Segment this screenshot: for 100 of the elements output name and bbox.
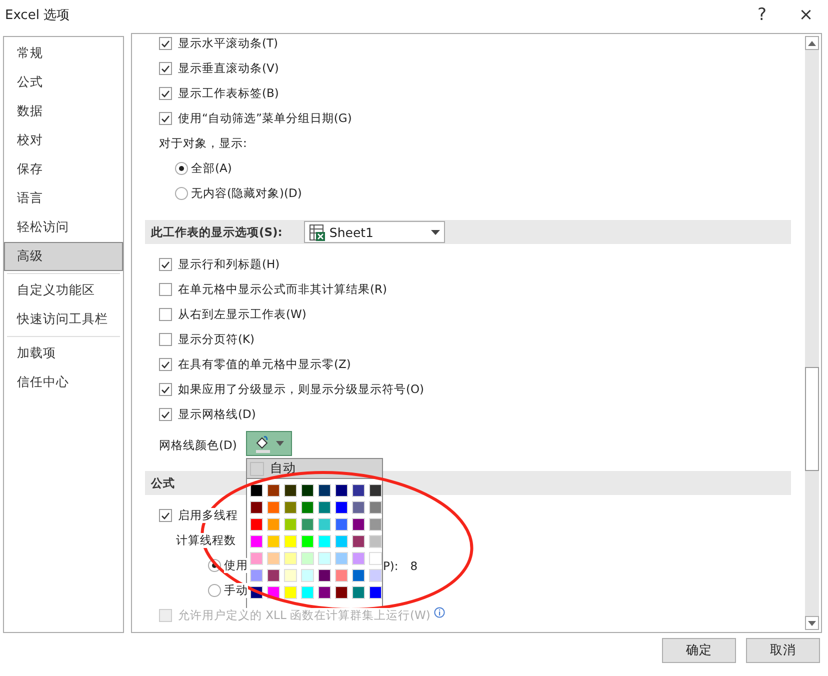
scroll-down-icon xyxy=(808,620,816,626)
color-swatch[interactable] xyxy=(335,501,348,514)
color-swatch[interactable] xyxy=(284,535,297,548)
color-swatch[interactable] xyxy=(267,569,280,582)
color-swatch[interactable] xyxy=(318,518,331,531)
color-swatch[interactable] xyxy=(369,501,382,514)
field-text: P): xyxy=(383,558,398,572)
color-swatch[interactable] xyxy=(301,569,314,582)
color-swatch[interactable] xyxy=(352,569,365,582)
color-swatch[interactable] xyxy=(369,535,382,548)
color-swatch[interactable] xyxy=(284,518,297,531)
color-swatch[interactable] xyxy=(318,484,331,497)
option-label: 对于对象，显示: xyxy=(159,136,247,151)
radio-button[interactable] xyxy=(175,162,188,175)
close-button[interactable]: × xyxy=(784,0,828,30)
sidebar-item[interactable]: 轻松访问 xyxy=(4,213,123,242)
color-swatch[interactable] xyxy=(318,535,331,548)
color-picker-button[interactable] xyxy=(246,431,292,456)
color-swatch[interactable] xyxy=(267,501,280,514)
sidebar-item[interactable]: 语言 xyxy=(4,184,123,213)
color-swatch[interactable] xyxy=(250,518,263,531)
color-swatch[interactable] xyxy=(352,484,365,497)
scroll-thumb[interactable] xyxy=(805,367,819,471)
color-swatch[interactable] xyxy=(369,586,382,599)
color-swatch[interactable] xyxy=(369,569,382,582)
checkbox[interactable] xyxy=(159,383,172,396)
checkbox[interactable] xyxy=(159,308,172,321)
radio-button[interactable] xyxy=(175,187,188,200)
sidebar-item[interactable]: 保存 xyxy=(4,155,123,184)
sidebar-item[interactable]: 加载项 xyxy=(4,339,123,368)
sidebar-item[interactable]: 公式 xyxy=(4,68,123,97)
color-swatch[interactable] xyxy=(267,484,280,497)
color-swatch[interactable] xyxy=(250,569,263,582)
color-swatch[interactable] xyxy=(301,535,314,548)
color-swatch[interactable] xyxy=(267,518,280,531)
cancel-button[interactable]: 取消 xyxy=(746,638,820,663)
color-swatch[interactable] xyxy=(335,569,348,582)
sidebar-item[interactable]: 高级 xyxy=(4,242,123,271)
color-swatch[interactable] xyxy=(250,484,263,497)
color-swatch[interactable] xyxy=(284,484,297,497)
color-swatch[interactable] xyxy=(301,484,314,497)
checkbox[interactable] xyxy=(159,509,172,522)
color-swatch[interactable] xyxy=(335,535,348,548)
color-swatch[interactable] xyxy=(301,501,314,514)
color-swatch[interactable] xyxy=(301,552,314,565)
radio-label: 无内容(隐藏对象)(D) xyxy=(191,186,302,201)
sidebar-item[interactable]: 自定义功能区 xyxy=(4,276,123,305)
color-swatch[interactable] xyxy=(352,501,365,514)
color-swatch[interactable] xyxy=(318,569,331,582)
color-swatch[interactable] xyxy=(352,535,365,548)
color-swatch[interactable] xyxy=(267,535,280,548)
color-swatch[interactable] xyxy=(250,535,263,548)
sidebar-item[interactable]: 常规 xyxy=(4,39,123,68)
checkbox[interactable] xyxy=(159,258,172,271)
color-swatch[interactable] xyxy=(284,501,297,514)
option-label: 计算线程数 xyxy=(176,533,236,548)
sheet-dropdown[interactable]: Sheet1 xyxy=(304,221,446,243)
radio-button[interactable] xyxy=(208,584,221,597)
checkbox[interactable] xyxy=(159,87,172,100)
color-swatch[interactable] xyxy=(352,586,365,599)
color-swatch[interactable] xyxy=(284,552,297,565)
checkbox[interactable] xyxy=(159,333,172,346)
color-swatch[interactable] xyxy=(369,484,382,497)
color-swatch[interactable] xyxy=(352,552,365,565)
checkbox[interactable] xyxy=(159,37,172,50)
caret-icon xyxy=(431,230,440,234)
checkbox[interactable] xyxy=(159,112,172,125)
color-swatch[interactable] xyxy=(301,586,314,599)
color-swatch[interactable] xyxy=(318,552,331,565)
sidebar-item[interactable]: 信任中心 xyxy=(4,368,123,397)
color-swatch[interactable] xyxy=(335,518,348,531)
color-swatch[interactable] xyxy=(250,552,263,565)
sidebar-item[interactable]: 校对 xyxy=(4,126,123,155)
color-swatch[interactable] xyxy=(369,552,382,565)
checkbox-label: 启用多线程 xyxy=(178,508,238,523)
field-text: 8 xyxy=(410,558,418,572)
color-swatch[interactable] xyxy=(301,518,314,531)
window-title: Excel 选项 xyxy=(5,7,71,24)
help-button[interactable]: ? xyxy=(740,0,784,30)
checkbox[interactable] xyxy=(159,358,172,371)
checkbox[interactable] xyxy=(159,283,172,296)
color-swatch[interactable] xyxy=(250,501,263,514)
color-swatch[interactable] xyxy=(267,552,280,565)
color-swatch[interactable] xyxy=(335,552,348,565)
color-swatch[interactable] xyxy=(284,586,297,599)
color-swatch[interactable] xyxy=(335,484,348,497)
sidebar-item[interactable]: 数据 xyxy=(4,97,123,126)
checkbox[interactable] xyxy=(159,62,172,75)
color-swatch[interactable] xyxy=(284,569,297,582)
checkbox[interactable] xyxy=(159,408,172,421)
color-swatch[interactable] xyxy=(335,586,348,599)
color-swatch[interactable] xyxy=(369,518,382,531)
color-swatch[interactable] xyxy=(318,501,331,514)
color-swatch[interactable] xyxy=(318,586,331,599)
sidebar-item[interactable]: 快速访问工具栏 xyxy=(4,305,123,334)
color-swatch[interactable] xyxy=(352,518,365,531)
scrollbar[interactable] xyxy=(805,36,819,630)
section-title: 此工作表的显示选项(S): xyxy=(151,224,282,240)
ok-button[interactable]: 确定 xyxy=(662,638,736,663)
checkbox-label: 在单元格中显示公式而非其计算结果(R) xyxy=(178,282,387,297)
